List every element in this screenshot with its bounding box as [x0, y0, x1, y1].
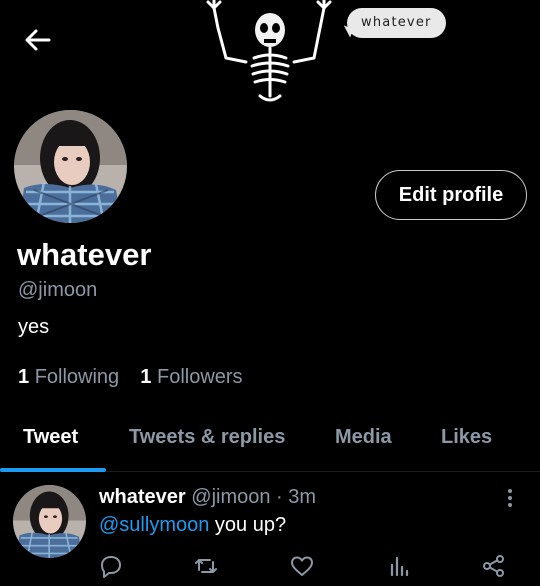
- tweet-meta: @jimoon · 3m: [191, 486, 317, 508]
- more-options-button[interactable]: [502, 488, 518, 508]
- following-label: Following: [34, 366, 120, 388]
- tweet-avatar[interactable]: [13, 485, 86, 558]
- followers-link[interactable]: 1 Followers: [140, 366, 242, 388]
- share-icon: [483, 555, 504, 577]
- speech-bubble: whatever: [347, 8, 446, 38]
- followers-count: 1: [140, 366, 152, 388]
- stats-button[interactable]: [386, 553, 412, 579]
- profile-handle: @jimoon: [18, 279, 98, 301]
- skeleton-icon: [196, 0, 344, 106]
- tab-likes[interactable]: Likes: [441, 426, 492, 449]
- following-count: 1: [18, 366, 30, 388]
- tab-tweet[interactable]: Tweet: [23, 426, 78, 449]
- following-link[interactable]: 1 Following: [18, 366, 125, 388]
- arrow-left-icon: [25, 29, 51, 51]
- tweet-text-body: you up?: [209, 514, 287, 536]
- heart-icon: [291, 556, 313, 576]
- profile-avatar[interactable]: [14, 110, 127, 223]
- tweet-author-name[interactable]: whatever: [99, 486, 186, 508]
- follow-stats: 1 Following 1 Followers: [18, 366, 243, 389]
- profile-bio: yes: [18, 316, 50, 338]
- like-button[interactable]: [289, 553, 315, 579]
- retweet-button[interactable]: [193, 553, 219, 579]
- tweet-text: @sullymoon you up?: [99, 514, 286, 537]
- reply-button[interactable]: [98, 553, 124, 579]
- tab-tweets-and-replies[interactable]: Tweets & replies: [129, 426, 285, 449]
- back-button[interactable]: [22, 24, 54, 56]
- reply-icon: [101, 556, 121, 578]
- stats-icon: [390, 556, 409, 577]
- edit-profile-button[interactable]: Edit profile: [375, 170, 527, 220]
- more-vertical-icon: [508, 489, 512, 507]
- tweet-mention-link[interactable]: @sullymoon: [99, 514, 209, 536]
- share-button[interactable]: [481, 553, 507, 579]
- followers-label: Followers: [156, 366, 243, 388]
- profile-display-name: whatever: [17, 237, 152, 272]
- tweet-header: whatever @jimoon · 3m: [99, 486, 316, 509]
- active-tab-indicator: [0, 468, 106, 472]
- tab-media[interactable]: Media: [335, 426, 392, 449]
- retweet-icon: [195, 559, 217, 573]
